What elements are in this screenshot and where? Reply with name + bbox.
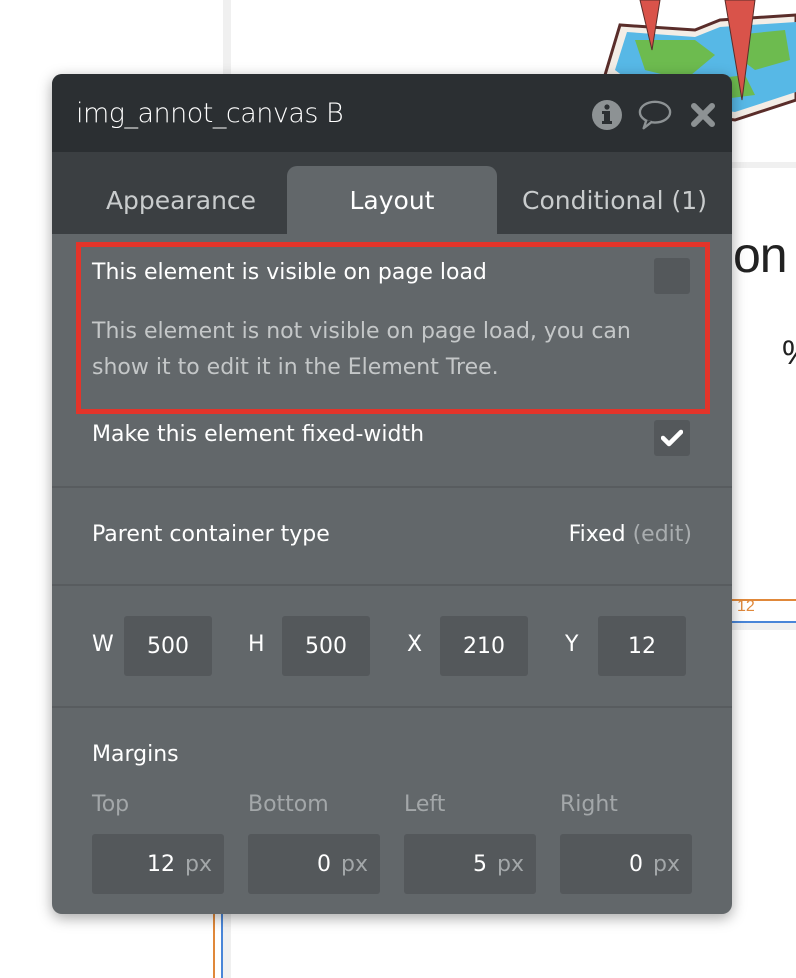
margins-title: Margins bbox=[92, 742, 179, 767]
margin-top-label: Top bbox=[92, 792, 130, 817]
margin-bottom-unit: px bbox=[341, 851, 368, 877]
height-label: H bbox=[248, 632, 265, 657]
tab-conditional[interactable]: Conditional (1) bbox=[497, 166, 732, 234]
margin-left-value: 5 bbox=[473, 851, 488, 877]
panel-header[interactable]: img_annot_canvas B bbox=[52, 74, 732, 152]
margin-bottom-value: 0 bbox=[317, 851, 332, 877]
margin-right-input[interactable]: 0 px bbox=[560, 834, 692, 894]
margin-right-value: 0 bbox=[629, 851, 644, 877]
width-input[interactable]: 500 bbox=[124, 616, 212, 676]
parent-container-type: Fixed bbox=[568, 522, 626, 547]
background-percent-fragment: % bbox=[782, 334, 796, 373]
info-icon[interactable] bbox=[590, 98, 624, 132]
section-divider bbox=[52, 706, 732, 708]
width-label: W bbox=[92, 632, 114, 657]
guide-distance-label: 12 bbox=[737, 598, 755, 615]
margin-top-unit: px bbox=[185, 851, 212, 877]
fixed-width-label: Make this element fixed-width bbox=[92, 422, 425, 447]
property-editor-panel: img_annot_canvas B Appearance Layout Con… bbox=[52, 74, 732, 914]
visibility-hint-text: This element is not visible on page load… bbox=[92, 319, 631, 380]
parent-container-edit-link[interactable]: (edit) bbox=[633, 522, 692, 547]
parent-container-value: Fixed (edit) bbox=[569, 522, 692, 547]
y-input[interactable]: 12 bbox=[598, 616, 686, 676]
fixed-width-checkbox[interactable] bbox=[654, 420, 690, 456]
checkmark-icon bbox=[661, 429, 683, 447]
margin-right-label: Right bbox=[560, 792, 618, 817]
margin-top-input[interactable]: 12 px bbox=[92, 834, 224, 894]
comment-icon[interactable] bbox=[638, 98, 672, 132]
panel-title: img_annot_canvas B bbox=[76, 97, 344, 129]
tab-appearance[interactable]: Appearance bbox=[74, 166, 288, 234]
background-heading-fragment: on bbox=[733, 227, 788, 283]
tab-layout[interactable]: Layout bbox=[287, 166, 497, 234]
margin-left-label: Left bbox=[404, 792, 446, 817]
header-icons bbox=[590, 98, 720, 132]
margin-right-unit: px bbox=[653, 851, 680, 877]
section-divider bbox=[52, 486, 732, 488]
margin-top-value: 12 bbox=[147, 851, 176, 877]
canvas-divider bbox=[731, 162, 796, 168]
visible-on-load-label: This element is visible on page load bbox=[92, 260, 487, 285]
parent-container-label: Parent container type bbox=[92, 522, 330, 547]
margin-bottom-label: Bottom bbox=[248, 792, 329, 817]
guide-band bbox=[731, 623, 796, 630]
margin-bottom-input[interactable]: 0 px bbox=[248, 834, 380, 894]
x-label: X bbox=[407, 632, 423, 657]
height-input[interactable]: 500 bbox=[282, 616, 370, 676]
panel-tabs: Appearance Layout Conditional (1) bbox=[52, 152, 732, 234]
y-label: Y bbox=[565, 632, 579, 657]
close-icon[interactable] bbox=[686, 98, 720, 132]
visible-on-load-checkbox[interactable] bbox=[654, 258, 690, 294]
margin-left-input[interactable]: 5 px bbox=[404, 834, 536, 894]
margin-left-unit: px bbox=[497, 851, 524, 877]
x-input[interactable]: 210 bbox=[440, 616, 528, 676]
section-divider bbox=[52, 584, 732, 586]
